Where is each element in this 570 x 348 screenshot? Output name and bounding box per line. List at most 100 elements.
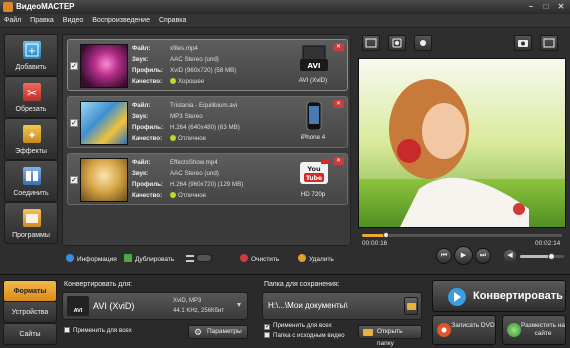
filmstrip-button[interactable] [362, 35, 380, 51]
remove-file-button[interactable]: ✕ [333, 100, 344, 108]
file-item[interactable]: ✓ Файл: EffectsShow.mp4 Звук: AAC Stereo (… [67, 153, 348, 205]
remove-file-button[interactable]: ✕ [333, 43, 344, 51]
toggle-switch-icon [196, 254, 212, 262]
speaker-icon[interactable]: ◀ [504, 250, 516, 262]
burn-dvd-button[interactable]: Записать DVD [432, 315, 496, 345]
duplicate-icon [124, 254, 132, 262]
folder-open-icon [363, 329, 373, 336]
menu-help[interactable]: Справка [155, 14, 189, 24]
save-folder-label: Папка для сохранения: [264, 281, 340, 288]
volume-control[interactable]: ◀ [504, 250, 566, 262]
publish-button[interactable]: Разместить на сайте [502, 315, 566, 345]
menu-playback[interactable]: Воспроизведение [88, 14, 153, 24]
maximize-button[interactable]: □ [539, 1, 553, 12]
apply-all-format-checkbox[interactable]: Применить для всех [64, 327, 132, 334]
video-preview[interactable] [358, 58, 566, 228]
next-button[interactable]: ⏭ [475, 248, 491, 264]
file-key: Файл: [132, 159, 151, 166]
format-name: AVI (XviD) [93, 301, 135, 311]
tab-devices[interactable]: Устройства [3, 301, 57, 323]
dvd-icon [437, 323, 451, 337]
gear-icon: ⚙ [194, 327, 203, 337]
programs-button[interactable]: Программы [4, 202, 58, 244]
convert-label: Конвертировать [473, 290, 563, 302]
chevron-down-icon[interactable]: ▼ [234, 297, 244, 315]
window-title: ВидеоМАСТЕР [16, 2, 75, 11]
close-button[interactable]: ✕ [554, 1, 568, 12]
file-checkbox[interactable]: ✓ [70, 62, 78, 70]
file-meta: Файл: EffectsShow.mp4 Звук: AAC Stereo (un… [132, 157, 243, 201]
prev-button[interactable]: ⏮ [436, 248, 452, 264]
format-details-1: XviD, MP3 [173, 298, 202, 304]
play-button[interactable]: ▶ [454, 246, 473, 265]
effects-icon: ✦ [23, 125, 41, 143]
quality-dot-icon [170, 192, 176, 198]
convert-button[interactable]: Конвертировать [432, 280, 566, 312]
sound-key: Звук: [132, 56, 149, 63]
file-meta: Файл: Tristania - Equilibium.avi Звук: MP3… [132, 100, 240, 144]
menu-video[interactable]: Видео [59, 14, 86, 24]
effects-button[interactable]: ✦ Эффекты [4, 118, 58, 160]
file-checkbox[interactable]: ✓ [70, 176, 78, 184]
file-profile: H.264 (640x480) (63 MB) [170, 124, 240, 131]
svg-text:✦: ✦ [27, 129, 36, 142]
quality-key: Качество: [132, 192, 163, 199]
menu-file[interactable]: Файл [0, 14, 24, 24]
quality-key: Качество: [132, 78, 163, 85]
volume-handle[interactable] [547, 253, 555, 260]
list-toolbar: Информация Дублировать Очистить Удалить [62, 251, 351, 267]
clear-button[interactable]: Очистить [240, 254, 279, 263]
file-quality: Отличное [178, 135, 207, 142]
crop-button[interactable] [388, 35, 406, 51]
device-label: HD 720p [300, 191, 326, 198]
save-folder-field[interactable]: H:\...\Мои документы\ [262, 292, 422, 320]
checkbox-icon [264, 332, 270, 338]
join-icon [23, 167, 41, 185]
seek-bar[interactable] [362, 232, 562, 238]
parameters-button[interactable]: ⚙ Параметры [188, 325, 248, 339]
view-toggle[interactable] [186, 254, 212, 263]
parameters-label: Параметры [207, 328, 242, 335]
preview-frame-image [359, 59, 565, 227]
programs-icon [23, 209, 41, 227]
brightness-button[interactable] [414, 35, 432, 51]
svg-text:You: You [306, 165, 321, 173]
tab-formats[interactable]: Форматы [3, 280, 57, 302]
file-name: EffectsShow.mp4 [170, 159, 218, 166]
add-button[interactable]: + Добавить [4, 34, 58, 76]
duplicate-button[interactable]: Дублировать [124, 254, 174, 263]
scissors-icon: ✂ [23, 83, 41, 101]
apply-all-folder-checkbox[interactable]: ✓ Применить для всех [264, 322, 332, 330]
svg-text:✂: ✂ [27, 86, 37, 100]
info-button[interactable]: Информация [66, 254, 117, 263]
tab-sites[interactable]: Сайты [3, 323, 57, 345]
open-folder-button[interactable]: Открыть папку [358, 325, 422, 347]
folder-path: H:\...\Мои документы\ [268, 301, 348, 310]
apply-all-format-label: Применить для всех [73, 327, 132, 334]
menu-edit[interactable]: Правка [26, 14, 57, 24]
file-name: Tristania - Equilibium.avi [170, 102, 238, 109]
minimize-button[interactable]: – [524, 1, 538, 12]
file-item[interactable]: ✓ Файл: xfiles.mp4 Звук: AAC Stereo (und) … [67, 39, 348, 91]
time-current: 00:00:16 [362, 240, 388, 247]
time-total: 00:02:14 [535, 240, 561, 247]
join-button[interactable]: Соединить [4, 160, 58, 202]
left-toolbar: + Добавить ✂ Обрезать ✦ Эффекты Соединит… [4, 34, 58, 244]
file-checkbox[interactable]: ✓ [70, 119, 78, 127]
trim-button[interactable]: ✂ Обрезать [4, 76, 58, 118]
source-folder-checkbox[interactable]: Папка с исходным видео [264, 332, 345, 339]
fullscreen-button[interactable] [540, 35, 558, 51]
browse-folder-button[interactable] [404, 297, 418, 315]
programs-label: Программы [12, 232, 50, 239]
file-item[interactable]: ✓ Файл: Tristania - Equilibium.avi Звук: M… [67, 96, 348, 148]
preview-toolbar [358, 32, 566, 56]
source-folder-label: Папка с исходным видео [273, 332, 345, 339]
snapshot-button[interactable] [514, 35, 532, 51]
clear-label: Очистить [251, 256, 280, 263]
delete-button[interactable]: Удалить [298, 254, 334, 263]
seek-handle[interactable] [383, 232, 389, 238]
remove-file-button[interactable]: ✕ [333, 157, 344, 165]
app-logo-icon [3, 2, 13, 12]
file-profile: H.264 (960x720) (129 MB) [170, 181, 244, 188]
format-selector[interactable]: AVI AVI (XviD) XviD, MP3 44.1 KHz, 256Кб… [62, 292, 248, 320]
